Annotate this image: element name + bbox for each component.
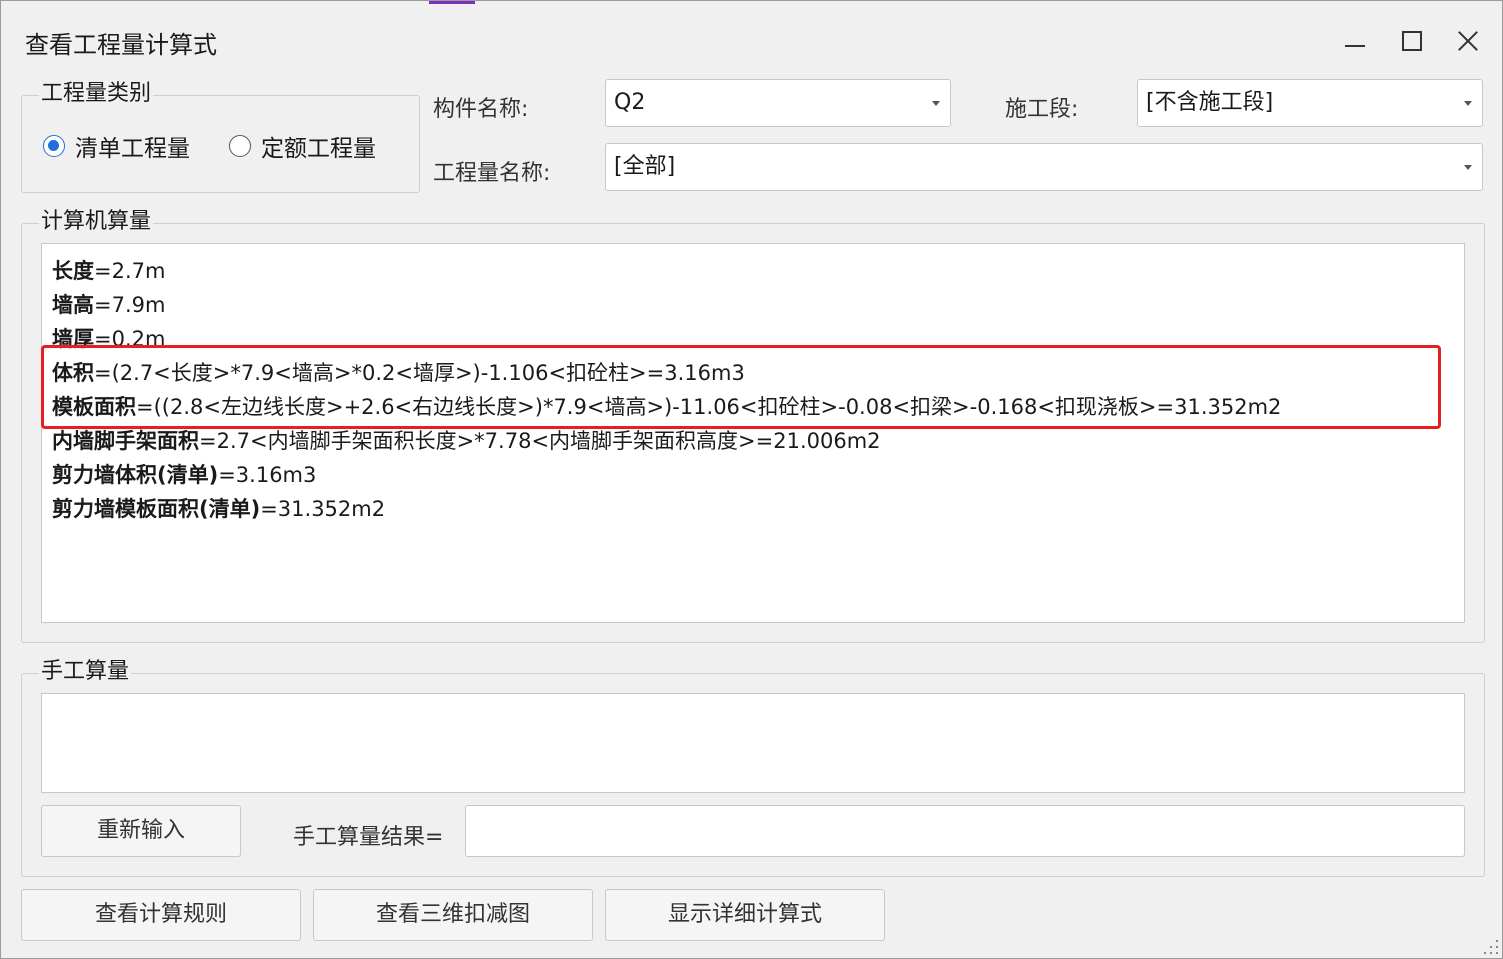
minimize-icon[interactable]: [1335, 23, 1375, 59]
radio-unchecked-icon: [229, 135, 251, 157]
formula-line-length: 长度=2.7m: [52, 259, 166, 283]
radio-bill-quantity-label: 清单工程量: [75, 136, 190, 162]
radio-quota-quantity-label: 定额工程量: [261, 136, 376, 162]
chevron-down-icon: [1464, 101, 1472, 106]
computer-calc-textarea[interactable]: 长度=2.7m 墙高=7.9m 墙厚=0.2m 体积=(2.7<长度>*7.9<…: [41, 243, 1465, 623]
reset-input-button[interactable]: 重新输入: [41, 805, 241, 857]
maximize-icon[interactable]: [1391, 23, 1431, 59]
view-rules-button[interactable]: 查看计算规则: [21, 889, 301, 941]
component-name-value: Q2: [614, 90, 646, 115]
quantity-name-value: [全部]: [614, 154, 676, 179]
resize-grip-icon[interactable]: [1484, 940, 1498, 954]
formula-line-shear-wall-volume: 剪力墙体积(清单)=3.16m3: [52, 463, 317, 487]
manual-result-input[interactable]: [465, 805, 1465, 857]
formula-line-wall-height: 墙高=7.9m: [52, 293, 166, 317]
radio-bill-quantity[interactable]: 清单工程量: [43, 129, 190, 163]
window-title: 查看工程量计算式: [25, 31, 217, 59]
manual-calc-legend: 手工算量: [39, 659, 132, 685]
chevron-down-icon: [932, 101, 940, 106]
dialog-window: 查看工程量计算式 工程量类别 清单工程量 定额工程量 构件名称: Q2 施工段:…: [0, 0, 1503, 959]
formula-line-wall-thickness: 墙厚=0.2m: [52, 327, 166, 351]
close-icon[interactable]: [1447, 23, 1487, 59]
chevron-down-icon: [1464, 165, 1472, 170]
show-detail-button[interactable]: 显示详细计算式: [605, 889, 885, 941]
radio-checked-icon: [43, 135, 65, 157]
quantity-name-label: 工程量名称:: [433, 161, 551, 186]
formula-line-formwork-area: 模板面积=((2.8<左边线长度>+2.6<右边线长度>)*7.9<墙高>)-1…: [52, 395, 1282, 419]
category-group-legend: 工程量类别: [39, 81, 154, 107]
segment-select[interactable]: [不含施工段]: [1137, 79, 1483, 127]
component-name-label: 构件名称:: [433, 97, 529, 122]
radio-quota-quantity[interactable]: 定额工程量: [229, 129, 376, 163]
formula-line-shear-wall-formwork: 剪力墙模板面积(清单)=31.352m2: [52, 497, 386, 521]
computer-calc-legend: 计算机算量: [39, 209, 154, 235]
manual-calc-textarea[interactable]: [41, 693, 1465, 793]
segment-label: 施工段:: [1005, 97, 1079, 122]
view-3d-button[interactable]: 查看三维扣减图: [313, 889, 593, 941]
manual-result-label: 手工算量结果=: [293, 825, 444, 850]
taskbar-accent: [429, 1, 475, 4]
formula-line-volume: 体积=(2.7<长度>*7.9<墙高>*0.2<墙厚>)-1.106<扣砼柱>=…: [52, 361, 745, 385]
component-name-select[interactable]: Q2: [605, 79, 951, 127]
formula-line-scaffold-area: 内墙脚手架面积=2.7<内墙脚手架面积长度>*7.78<内墙脚手架面积高度>=2…: [52, 429, 881, 453]
segment-value: [不含施工段]: [1146, 90, 1274, 115]
quantity-name-select[interactable]: [全部]: [605, 143, 1483, 191]
